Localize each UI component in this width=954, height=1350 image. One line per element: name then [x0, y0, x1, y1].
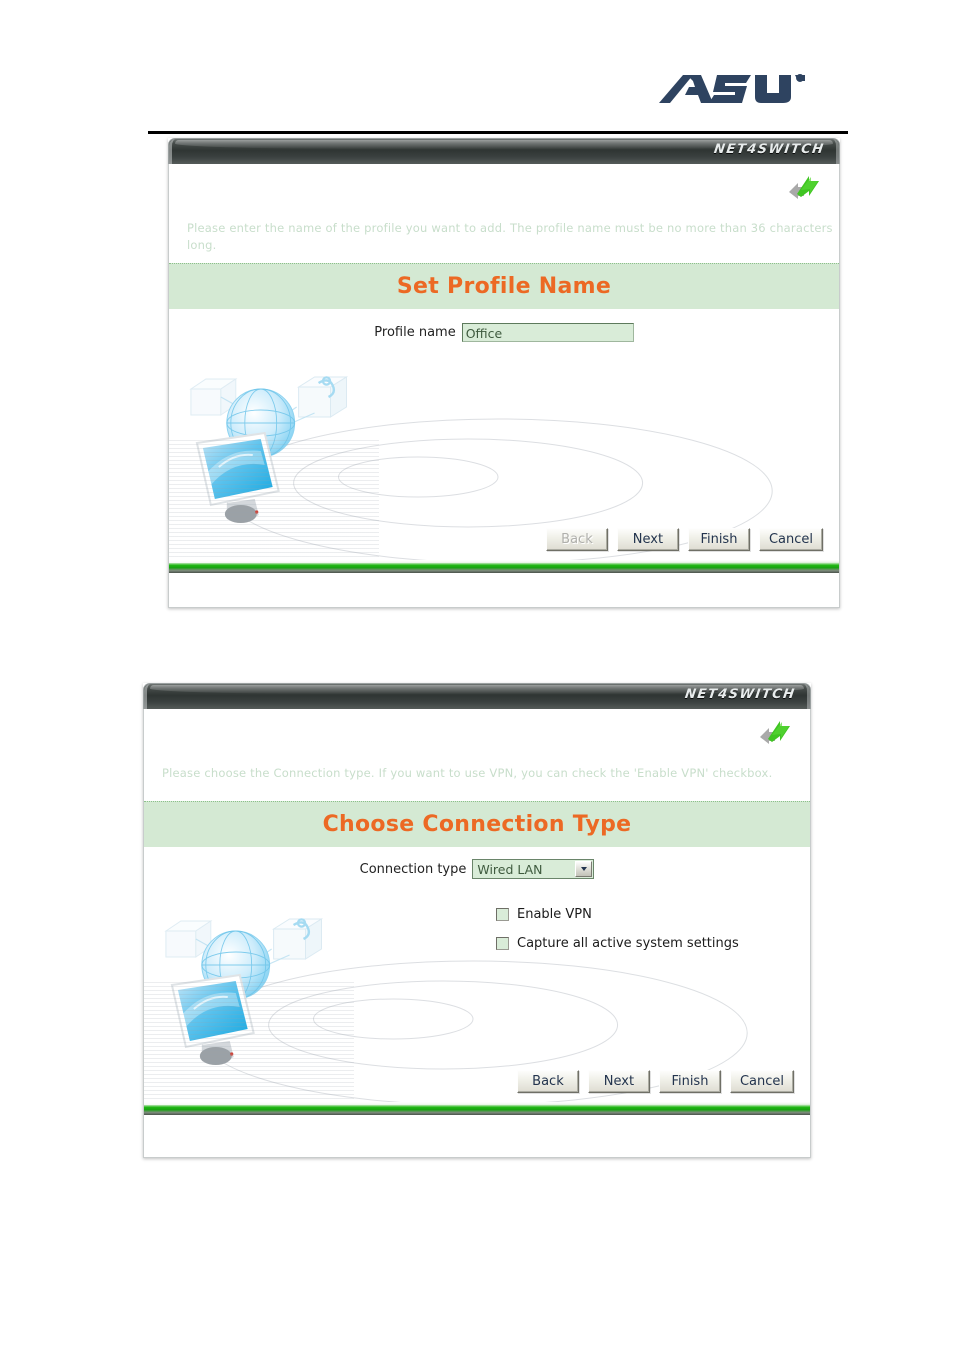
- document-page: R NET4SWITCH Please enter the name of th…: [0, 0, 954, 1350]
- next-button[interactable]: Next: [587, 1070, 650, 1093]
- cancel-button[interactable]: Cancel: [758, 528, 823, 552]
- green-forward-arrow-icon[interactable]: [758, 717, 792, 745]
- connection-type-select[interactable]: Wired LAN: [472, 859, 595, 879]
- connection-type-row: Connection type Wired LAN: [144, 859, 810, 879]
- dialog2-footer-bar: [144, 1102, 810, 1115]
- dialog1-instruction-text: Please enter the name of the profile you…: [187, 221, 833, 252]
- profile-name-input[interactable]: Office: [461, 323, 634, 343]
- dialog1-content: Profile name Office Back Next Finish Can…: [169, 323, 839, 574]
- chevron-down-icon[interactable]: [575, 861, 593, 877]
- back-button[interactable]: Back: [516, 1070, 579, 1093]
- svg-text:R: R: [798, 77, 802, 83]
- dialog2-instruction-text: Please choose the Connection type. If yo…: [162, 766, 773, 780]
- dialog2-button-bar: Back Next Finish Cancel: [516, 1070, 794, 1093]
- finish-button[interactable]: Finish: [687, 528, 750, 552]
- net4switch-wordmark: NET4SWITCH: [684, 687, 798, 702]
- dialog2-body: Please choose the Connection type. If yo…: [143, 709, 811, 1158]
- enable-vpn-label: Enable VPN: [517, 907, 592, 922]
- dialog2-hairline-texture: [144, 982, 354, 1102]
- header-divider: [148, 131, 848, 134]
- dialog-set-profile-name: NET4SWITCH Please enter the name of the …: [168, 138, 840, 608]
- dialog2-content: Connection type Wired LAN Enable VPN Cap…: [144, 859, 810, 1115]
- back-button[interactable]: Back: [545, 528, 608, 552]
- finish-button[interactable]: Finish: [658, 1070, 721, 1093]
- profile-name-label: Profile name: [374, 325, 456, 341]
- dialog2-arrow-row: [144, 709, 810, 757]
- dialog1-banner-title: Set Profile Name: [396, 274, 612, 300]
- dialog1-titlebar: NET4SWITCH: [168, 138, 840, 164]
- dialog1-body: Please enter the name of the profile you…: [168, 164, 840, 608]
- dialog1-button-bar: Back Next Finish Cancel: [545, 528, 823, 552]
- net4switch-wordmark: NET4SWITCH: [713, 142, 827, 157]
- asus-logo: R: [655, 68, 805, 112]
- dialog1-arrow-row: [169, 164, 839, 212]
- green-forward-arrow-icon[interactable]: [787, 172, 821, 200]
- capture-settings-checkbox[interactable]: [496, 937, 509, 950]
- profile-name-row: Profile name Office: [169, 323, 839, 343]
- dialog2-banner-title: Choose Connection Type: [322, 812, 632, 837]
- connection-type-label: Connection type: [359, 861, 467, 877]
- enable-vpn-checkbox[interactable]: [496, 908, 509, 921]
- dialog1-hairline-texture: [169, 440, 379, 561]
- dialog2-titlebar: NET4SWITCH: [143, 683, 811, 709]
- cancel-button[interactable]: Cancel: [729, 1070, 794, 1093]
- enable-vpn-checkbox-row[interactable]: Enable VPN: [496, 907, 810, 922]
- connection-type-value: Wired LAN: [477, 861, 543, 877]
- dialog2-banner: Choose Connection Type: [144, 801, 810, 847]
- dialog1-banner: Set Profile Name: [169, 263, 839, 310]
- dialog1-footer-bar: [169, 560, 839, 574]
- next-button[interactable]: Next: [616, 528, 679, 552]
- dialog-choose-connection-type: NET4SWITCH Please choose the Connection …: [143, 683, 811, 1158]
- capture-settings-label: Capture all active system settings: [517, 936, 739, 951]
- capture-settings-checkbox-row[interactable]: Capture all active system settings: [496, 936, 810, 951]
